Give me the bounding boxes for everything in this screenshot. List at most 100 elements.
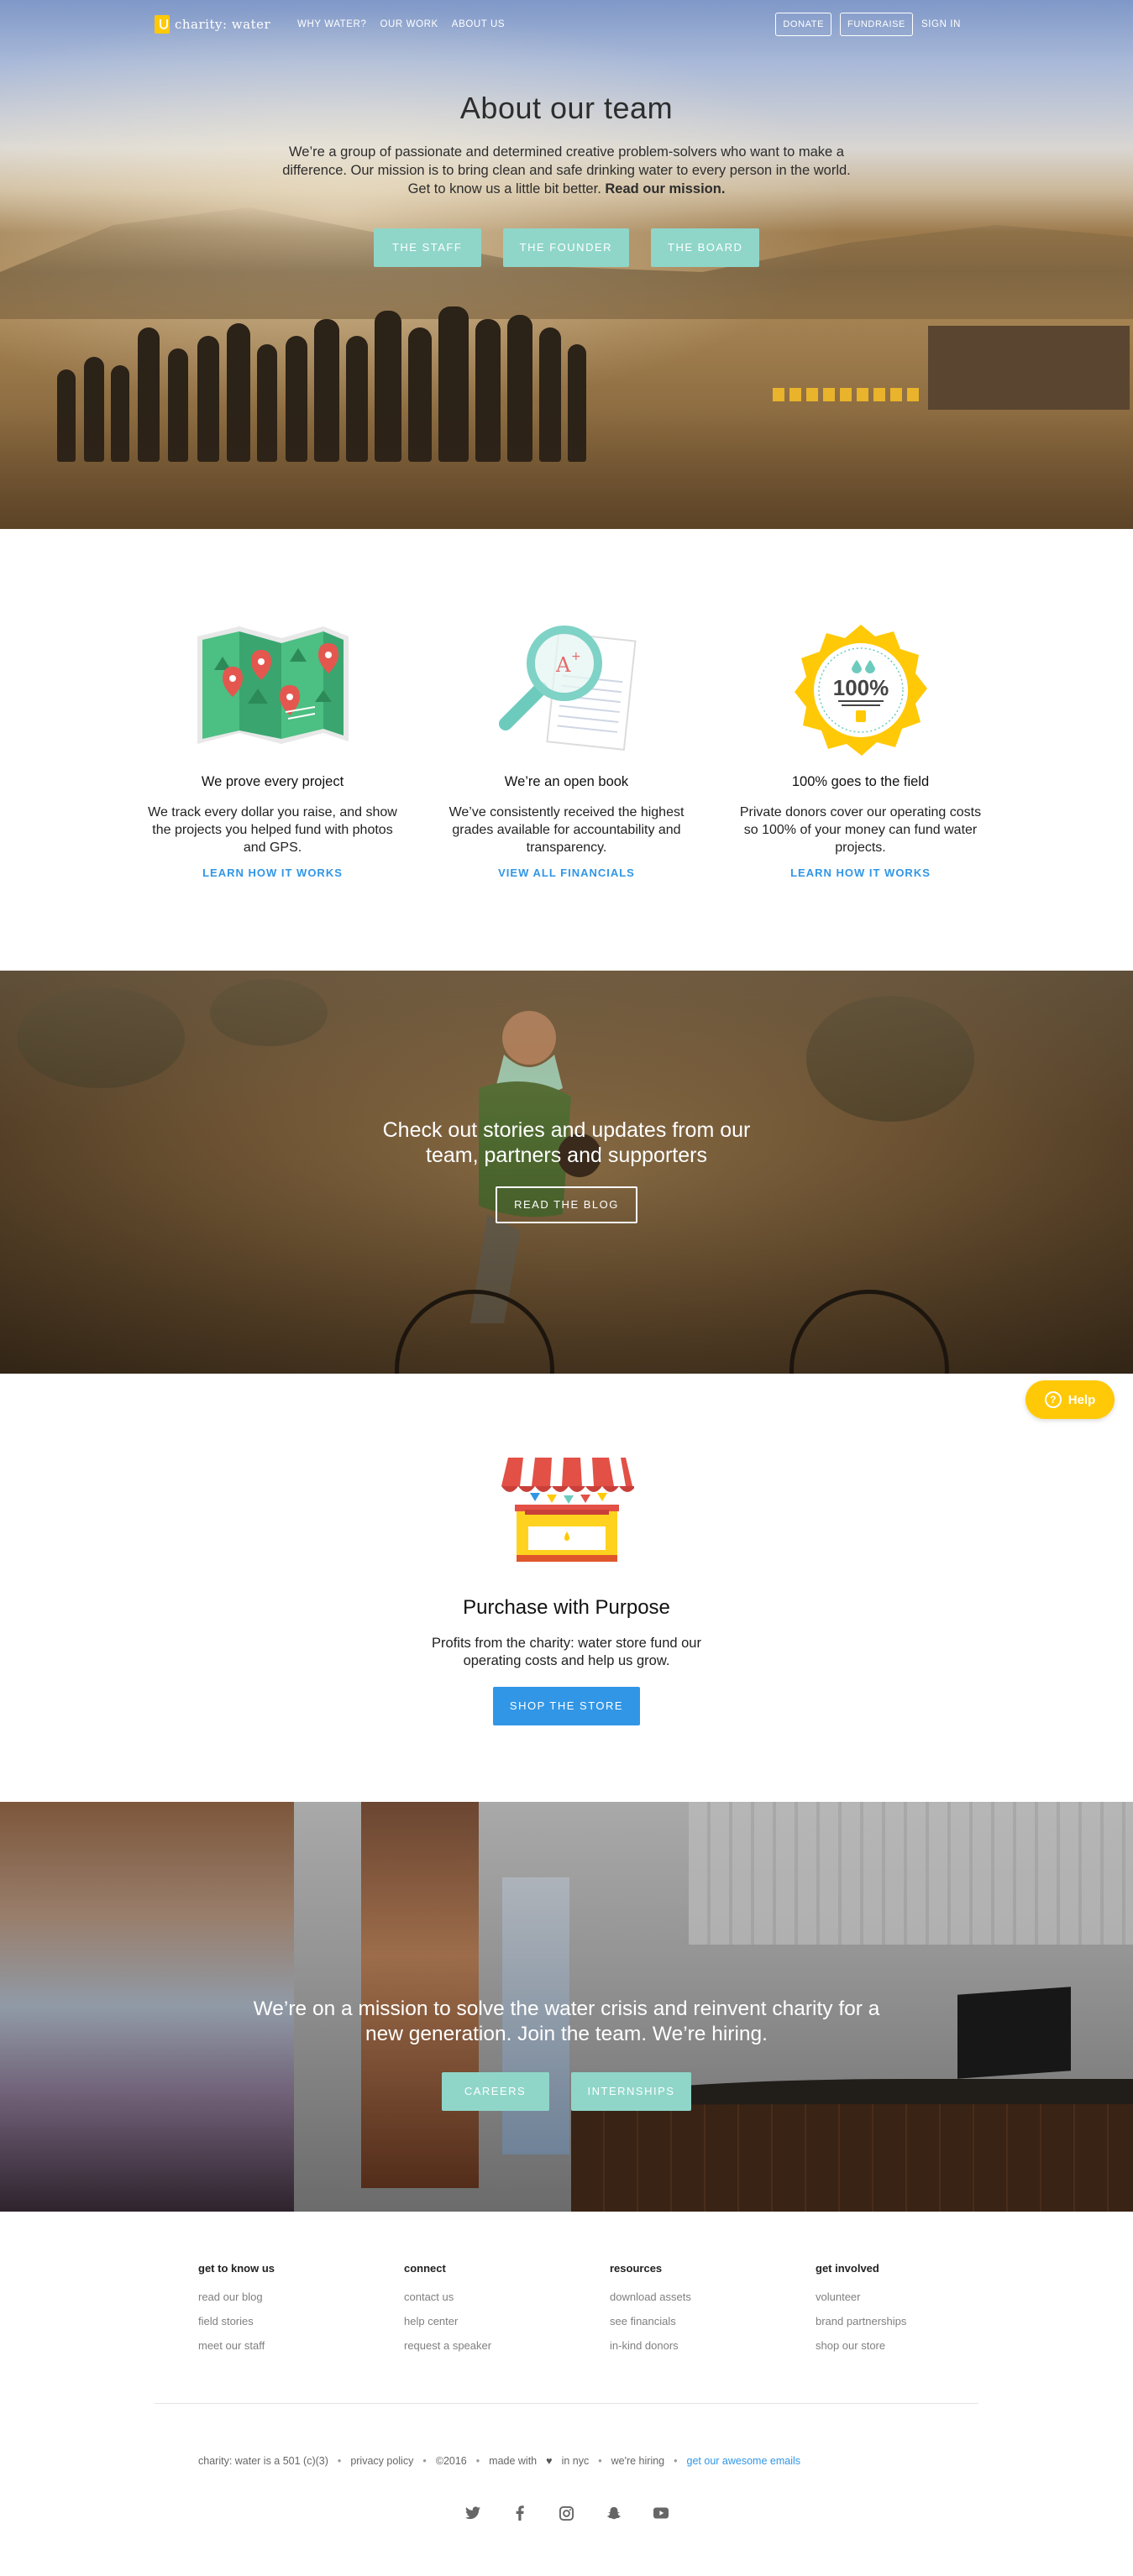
badge-text: 100%	[832, 675, 889, 700]
sign-in-link[interactable]: SIGN IN	[921, 19, 961, 29]
footer-link-contact-us[interactable]: contact us	[404, 2285, 610, 2309]
page-title: About our team	[459, 91, 674, 125]
nav-our-work[interactable]: OUR WORK	[380, 19, 438, 29]
view-all-financials-link[interactable]: VIEW ALL FINANCIALS	[442, 867, 692, 879]
donate-button[interactable]: DONATE	[775, 13, 832, 36]
hero-description: We’re a group of passionate and determin…	[277, 143, 857, 198]
learn-how-it-works-link[interactable]: LEARN HOW IT WORKS	[736, 867, 986, 879]
footer-link-request-a-speaker[interactable]: request a speaker	[404, 2333, 610, 2358]
svg-text:+: +	[571, 650, 581, 663]
internships-button[interactable]: INTERNSHIPS	[570, 2072, 692, 2111]
footer-heading: resources	[610, 2262, 663, 2275]
the-board-button[interactable]: THE BOARD	[651, 228, 760, 267]
water-containers	[773, 388, 924, 401]
hero-content: About our team We’re a group of passiona…	[0, 91, 1133, 267]
footer-link-brand-partnerships[interactable]: brand partnerships	[816, 2309, 1021, 2333]
footer-columns: get to know us read our blog field stori…	[198, 2262, 1021, 2358]
footer-link-read-our-blog[interactable]: read our blog	[198, 2285, 404, 2309]
top-nav: charity: water WHY WATER? OUR WORK ABOUT…	[0, 0, 1133, 49]
value-100-percent: 100% 100% goes to the field Private dono…	[736, 613, 986, 971]
value-open-book: A + We’re an open book We’ve consistentl…	[442, 613, 692, 971]
footer-heading: get to know us	[198, 2262, 275, 2275]
help-button[interactable]: ? Help	[1025, 1380, 1115, 1419]
blog-content: Check out stories and updates from our t…	[0, 1118, 1133, 1223]
value-title: We’re an open book	[504, 774, 629, 789]
separator: •	[337, 2455, 342, 2467]
values-section: We prove every project We track every do…	[0, 529, 1133, 971]
value-title: We prove every project	[201, 774, 344, 789]
shop-the-store-button[interactable]: SHOP THE STORE	[492, 1687, 641, 1725]
help-label: Help	[1067, 1392, 1096, 1407]
hiring-buttons: CAREERS INTERNSHIPS	[0, 2072, 1133, 2111]
hiring-section: We’re on a mission to solve the water cr…	[0, 1802, 1133, 2212]
jerrycan-logo-icon	[155, 15, 170, 34]
awesome-emails-link[interactable]: get our awesome emails	[687, 2455, 800, 2467]
footer: get to know us read our blog field stori…	[0, 2212, 1133, 2558]
blog-section: Check out stories and updates from our t…	[0, 971, 1133, 1374]
storefront-icon	[0, 1454, 1133, 1576]
copyright: ©2016	[435, 2455, 467, 2467]
the-staff-button[interactable]: THE STAFF	[373, 228, 481, 267]
nav-why-water[interactable]: WHY WATER?	[297, 19, 366, 29]
logo-text: charity: water	[175, 17, 271, 32]
fundraise-button[interactable]: FUNDRAISE	[840, 13, 913, 36]
footer-link-see-financials[interactable]: see financials	[610, 2309, 816, 2333]
footer-link-in-kind-donors[interactable]: in-kind donors	[610, 2333, 816, 2358]
instagram-icon[interactable]	[559, 2505, 574, 2521]
value-body: We track every dollar you raise, and sho…	[148, 805, 397, 855]
heart-icon: ♥	[546, 2455, 553, 2467]
hiring-content: We’re on a mission to solve the water cr…	[0, 1997, 1133, 2111]
hiring-heading: We’re on a mission to solve the water cr…	[253, 1997, 880, 2045]
footer-column-get-involved: get involved volunteer brand partnership…	[816, 2262, 1021, 2358]
logo[interactable]: charity: water	[155, 15, 270, 34]
careers-button[interactable]: CAREERS	[441, 2072, 549, 2111]
team-buttons: THE STAFF THE FOUNDER THE BOARD	[0, 228, 1133, 267]
question-icon: ?	[1044, 1391, 1062, 1408]
footer-column-connect: connect contact us help center request a…	[404, 2262, 610, 2358]
separator: •	[422, 2455, 427, 2467]
footer-link-download-assets[interactable]: download assets	[610, 2285, 816, 2309]
value-body: We’ve consistently received the highest …	[448, 805, 685, 855]
learn-how-it-works-link[interactable]: LEARN HOW IT WORKS	[148, 867, 398, 879]
store-heading: Purchase with Purpose	[463, 1596, 670, 1619]
hero-shade	[0, 411, 1133, 529]
nonprofit-status: charity: water is a 501 (c)(3)	[198, 2455, 328, 2467]
separator: •	[475, 2455, 480, 2467]
separator: •	[598, 2455, 602, 2467]
footer-heading: get involved	[816, 2262, 879, 2275]
value-body: Private donors cover our operating costs…	[739, 805, 982, 855]
svg-text:A: A	[555, 653, 571, 677]
separator: •	[674, 2455, 678, 2467]
footer-heading: connect	[404, 2262, 446, 2275]
facebook-icon[interactable]	[512, 2505, 527, 2521]
social-links	[0, 2505, 1133, 2521]
nav-actions: DONATE FUNDRAISE SIGN IN	[775, 13, 961, 36]
privacy-policy-link[interactable]: privacy policy	[350, 2455, 413, 2467]
youtube-icon[interactable]	[653, 2505, 669, 2521]
blog-heading: Check out stories and updates from our t…	[382, 1118, 751, 1167]
footer-divider	[155, 2403, 978, 2404]
footer-link-meet-our-staff[interactable]: meet our staff	[198, 2333, 404, 2358]
value-prove-projects: We prove every project We track every do…	[148, 613, 398, 971]
made-with-text: made with	[489, 2455, 538, 2467]
footer-link-field-stories[interactable]: field stories	[198, 2309, 404, 2333]
twitter-icon[interactable]	[464, 2505, 480, 2521]
main-nav: WHY WATER? OUR WORK ABOUT US	[297, 19, 505, 29]
value-title: 100% goes to the field	[791, 774, 930, 789]
read-the-blog-button[interactable]: READ THE BLOG	[496, 1186, 637, 1223]
footer-link-shop-our-store[interactable]: shop our store	[816, 2333, 1021, 2358]
footer-link-help-center[interactable]: help center	[404, 2309, 610, 2333]
stone-building	[928, 326, 1130, 410]
map-icon	[148, 613, 398, 772]
hero-section: charity: water WHY WATER? OUR WORK ABOUT…	[0, 0, 1133, 529]
footer-link-volunteer[interactable]: volunteer	[816, 2285, 1021, 2309]
footer-legal-bar: charity: water is a 501 (c)(3) • privacy…	[198, 2455, 800, 2467]
nav-about-us[interactable]: ABOUT US	[452, 19, 505, 29]
footer-column-resources: resources download assets see financials…	[610, 2262, 816, 2358]
magnifier-icon: A +	[442, 613, 692, 772]
were-hiring-link[interactable]: we're hiring	[611, 2455, 665, 2467]
read-mission-link[interactable]: Read our mission.	[605, 181, 725, 196]
the-founder-button[interactable]: THE FOUNDER	[502, 228, 630, 267]
snapchat-icon[interactable]	[606, 2505, 622, 2521]
hero-body: We’re a group of passionate and determin…	[282, 144, 851, 196]
